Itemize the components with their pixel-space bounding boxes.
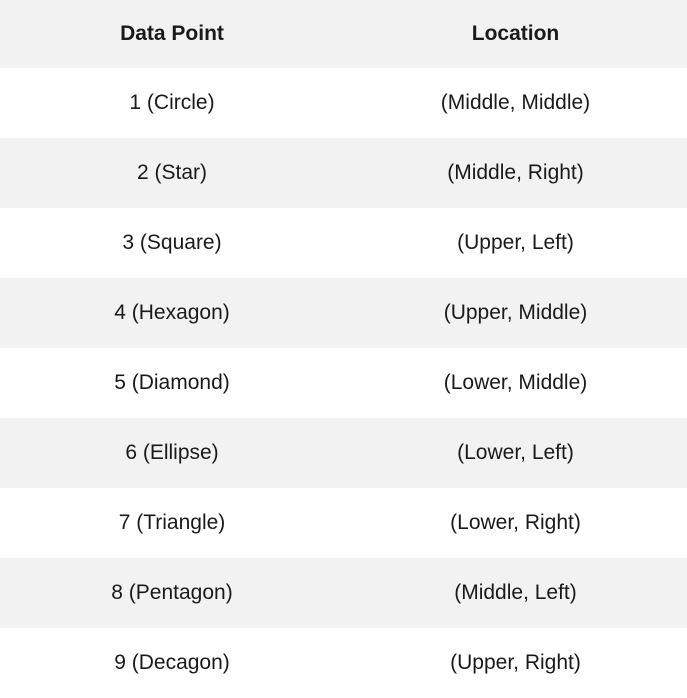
cell-data-point: 9 (Decagon)	[114, 651, 230, 674]
cell-data-point: 5 (Diamond)	[114, 371, 230, 394]
cell-location: (Lower, Right)	[450, 511, 581, 534]
cell-data-point: 8 (Pentagon)	[111, 581, 233, 604]
header-location: Location	[471, 22, 560, 45]
cell-location: (Upper, Right)	[450, 651, 581, 674]
cell-location: (Upper, Left)	[457, 231, 574, 254]
header-data-point: Data Point	[120, 22, 224, 45]
cell-data-point: 6 (Ellipse)	[125, 441, 219, 464]
table-row: 6 (Ellipse) (Lower, Left)	[0, 418, 687, 488]
table-row: 8 (Pentagon) (Middle, Left)	[0, 558, 687, 628]
table-row: 1 (Circle) (Middle, Middle)	[0, 68, 687, 138]
table-header-row: Data Point Location	[0, 0, 687, 68]
table-row: 5 (Diamond) (Lower, Middle)	[0, 348, 687, 418]
cell-location: (Middle, Left)	[454, 581, 577, 604]
table-row: 4 (Hexagon) (Upper, Middle)	[0, 278, 687, 348]
data-table: Data Point Location 1 (Circle) (Middle, …	[0, 0, 687, 698]
table-row: 7 (Triangle) (Lower, Right)	[0, 488, 687, 558]
cell-data-point: 4 (Hexagon)	[114, 301, 230, 324]
cell-data-point: 3 (Square)	[122, 231, 222, 254]
cell-location: (Upper, Middle)	[443, 301, 588, 324]
table-row: 9 (Decagon) (Upper, Right)	[0, 628, 687, 698]
cell-location: (Middle, Right)	[447, 161, 584, 184]
cell-location: (Lower, Middle)	[443, 371, 588, 394]
cell-data-point: 7 (Triangle)	[118, 511, 226, 534]
cell-data-point: 2 (Star)	[136, 161, 207, 184]
cell-location: (Middle, Middle)	[440, 91, 591, 114]
table-row: 2 (Star) (Middle, Right)	[0, 138, 687, 208]
table-row: 3 (Square) (Upper, Left)	[0, 208, 687, 278]
cell-data-point: 1 (Circle)	[129, 91, 215, 114]
cell-location: (Lower, Left)	[457, 441, 574, 464]
